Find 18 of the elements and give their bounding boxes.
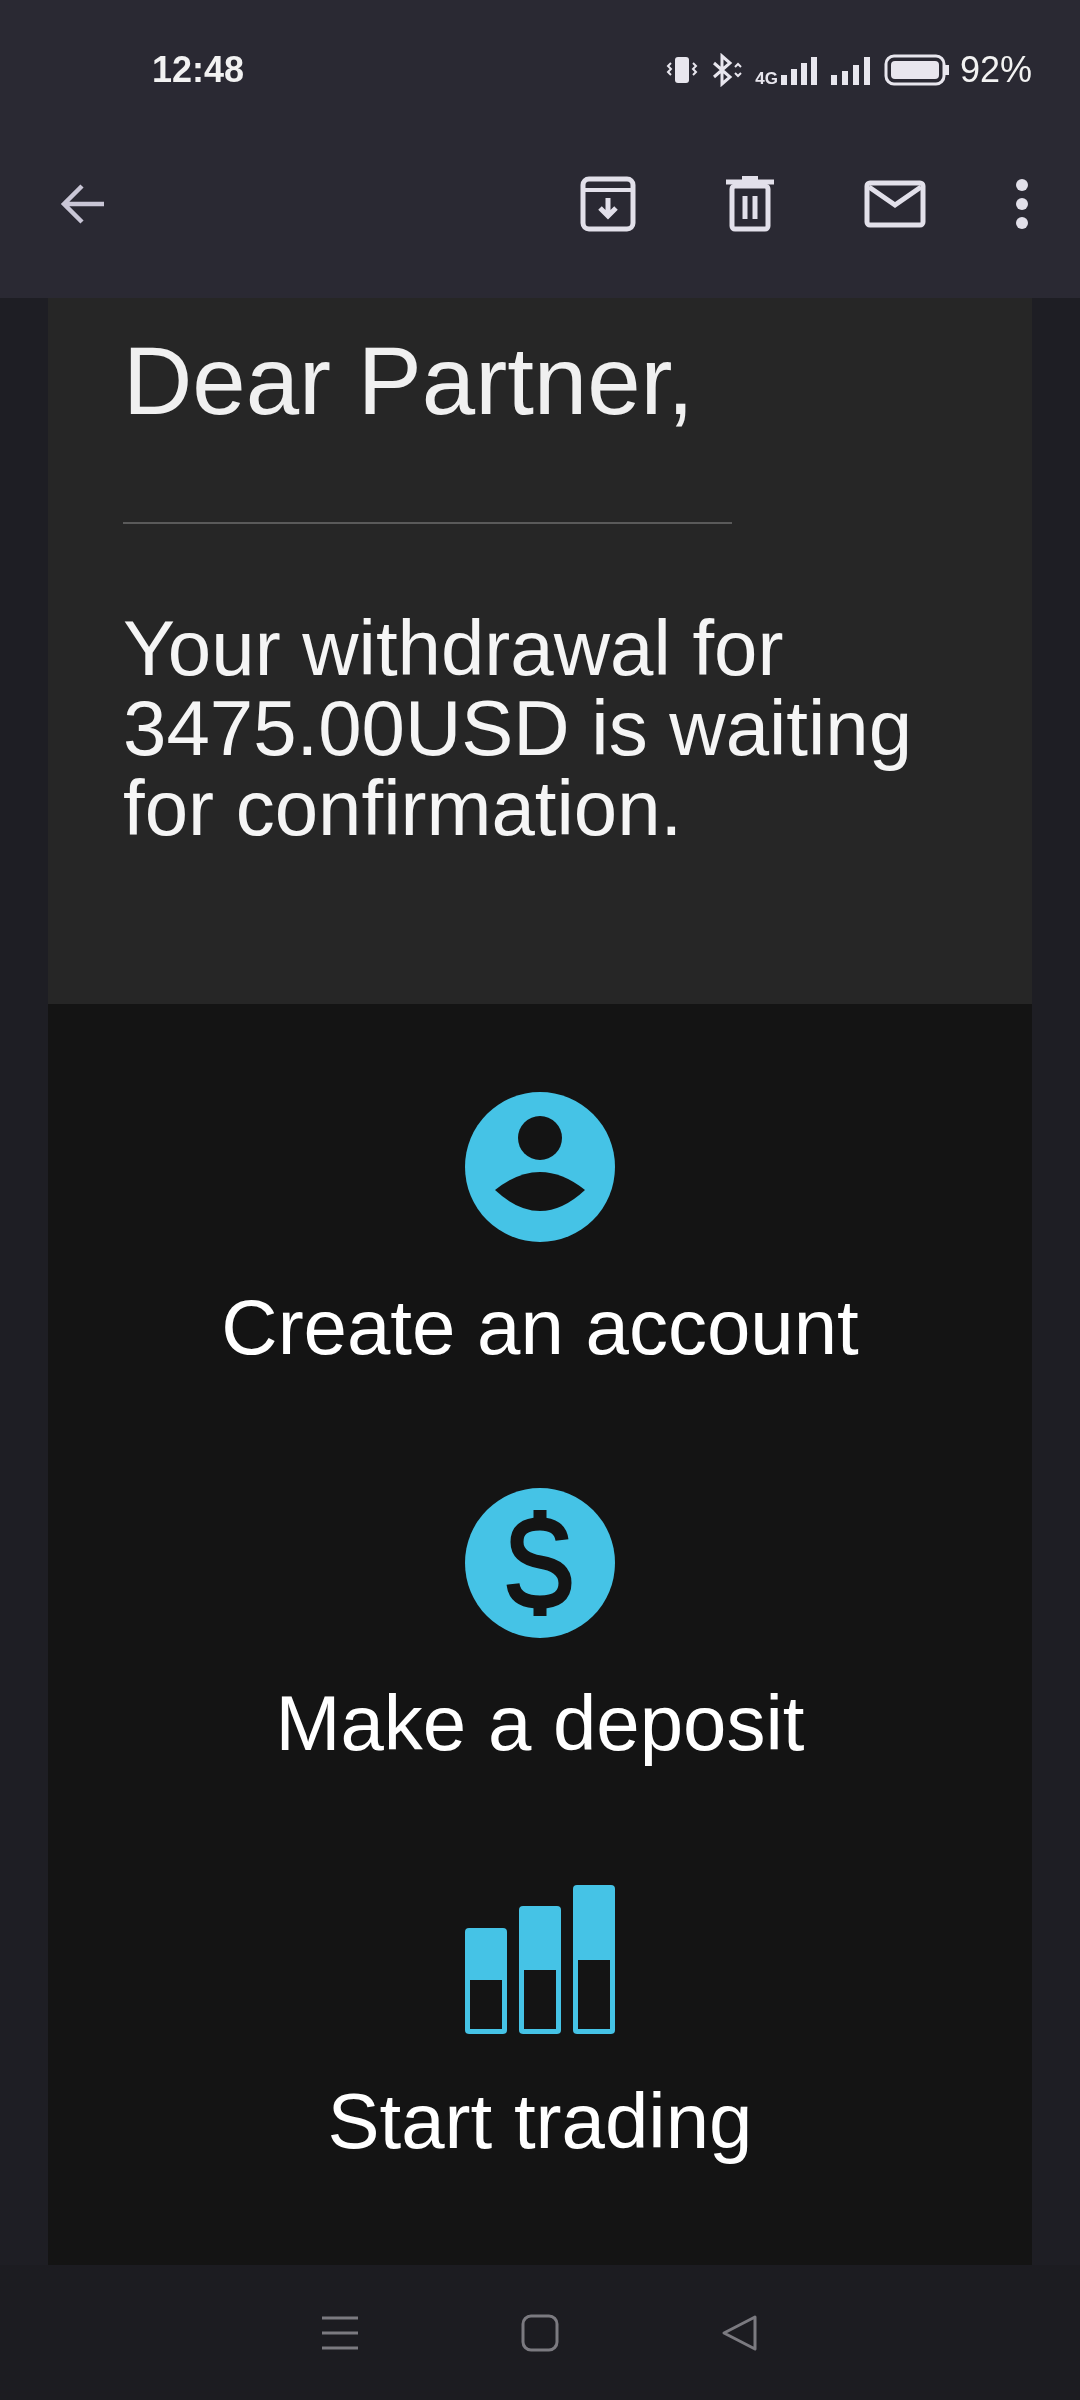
mail-icon[interactable]: [864, 180, 926, 228]
action-label: Create an account: [221, 1284, 859, 1370]
status-time: 12:48: [152, 49, 245, 91]
battery-percent: 92%: [959, 49, 1032, 91]
dollar-icon: [465, 1488, 615, 1638]
bar-chart-icon: [464, 1884, 616, 2036]
archive-icon[interactable]: [580, 176, 636, 232]
battery-icon: [883, 53, 950, 87]
more-menu-icon[interactable]: [1014, 178, 1030, 230]
action-label: Start trading: [327, 2078, 753, 2164]
network-type-label: 4G: [755, 69, 778, 89]
back-triangle-icon[interactable]: [721, 2313, 759, 2352]
trash-icon[interactable]: [724, 176, 776, 232]
withdrawal-message: Your withdrawal for 3475.00USD is waiting for confirmation.: [123, 607, 914, 848]
greeting-heading: Dear Partner,: [123, 328, 695, 434]
home-square-icon[interactable]: [521, 2313, 559, 2352]
action-label: Make a deposit: [275, 1680, 805, 1766]
person-icon: [465, 1092, 615, 1242]
